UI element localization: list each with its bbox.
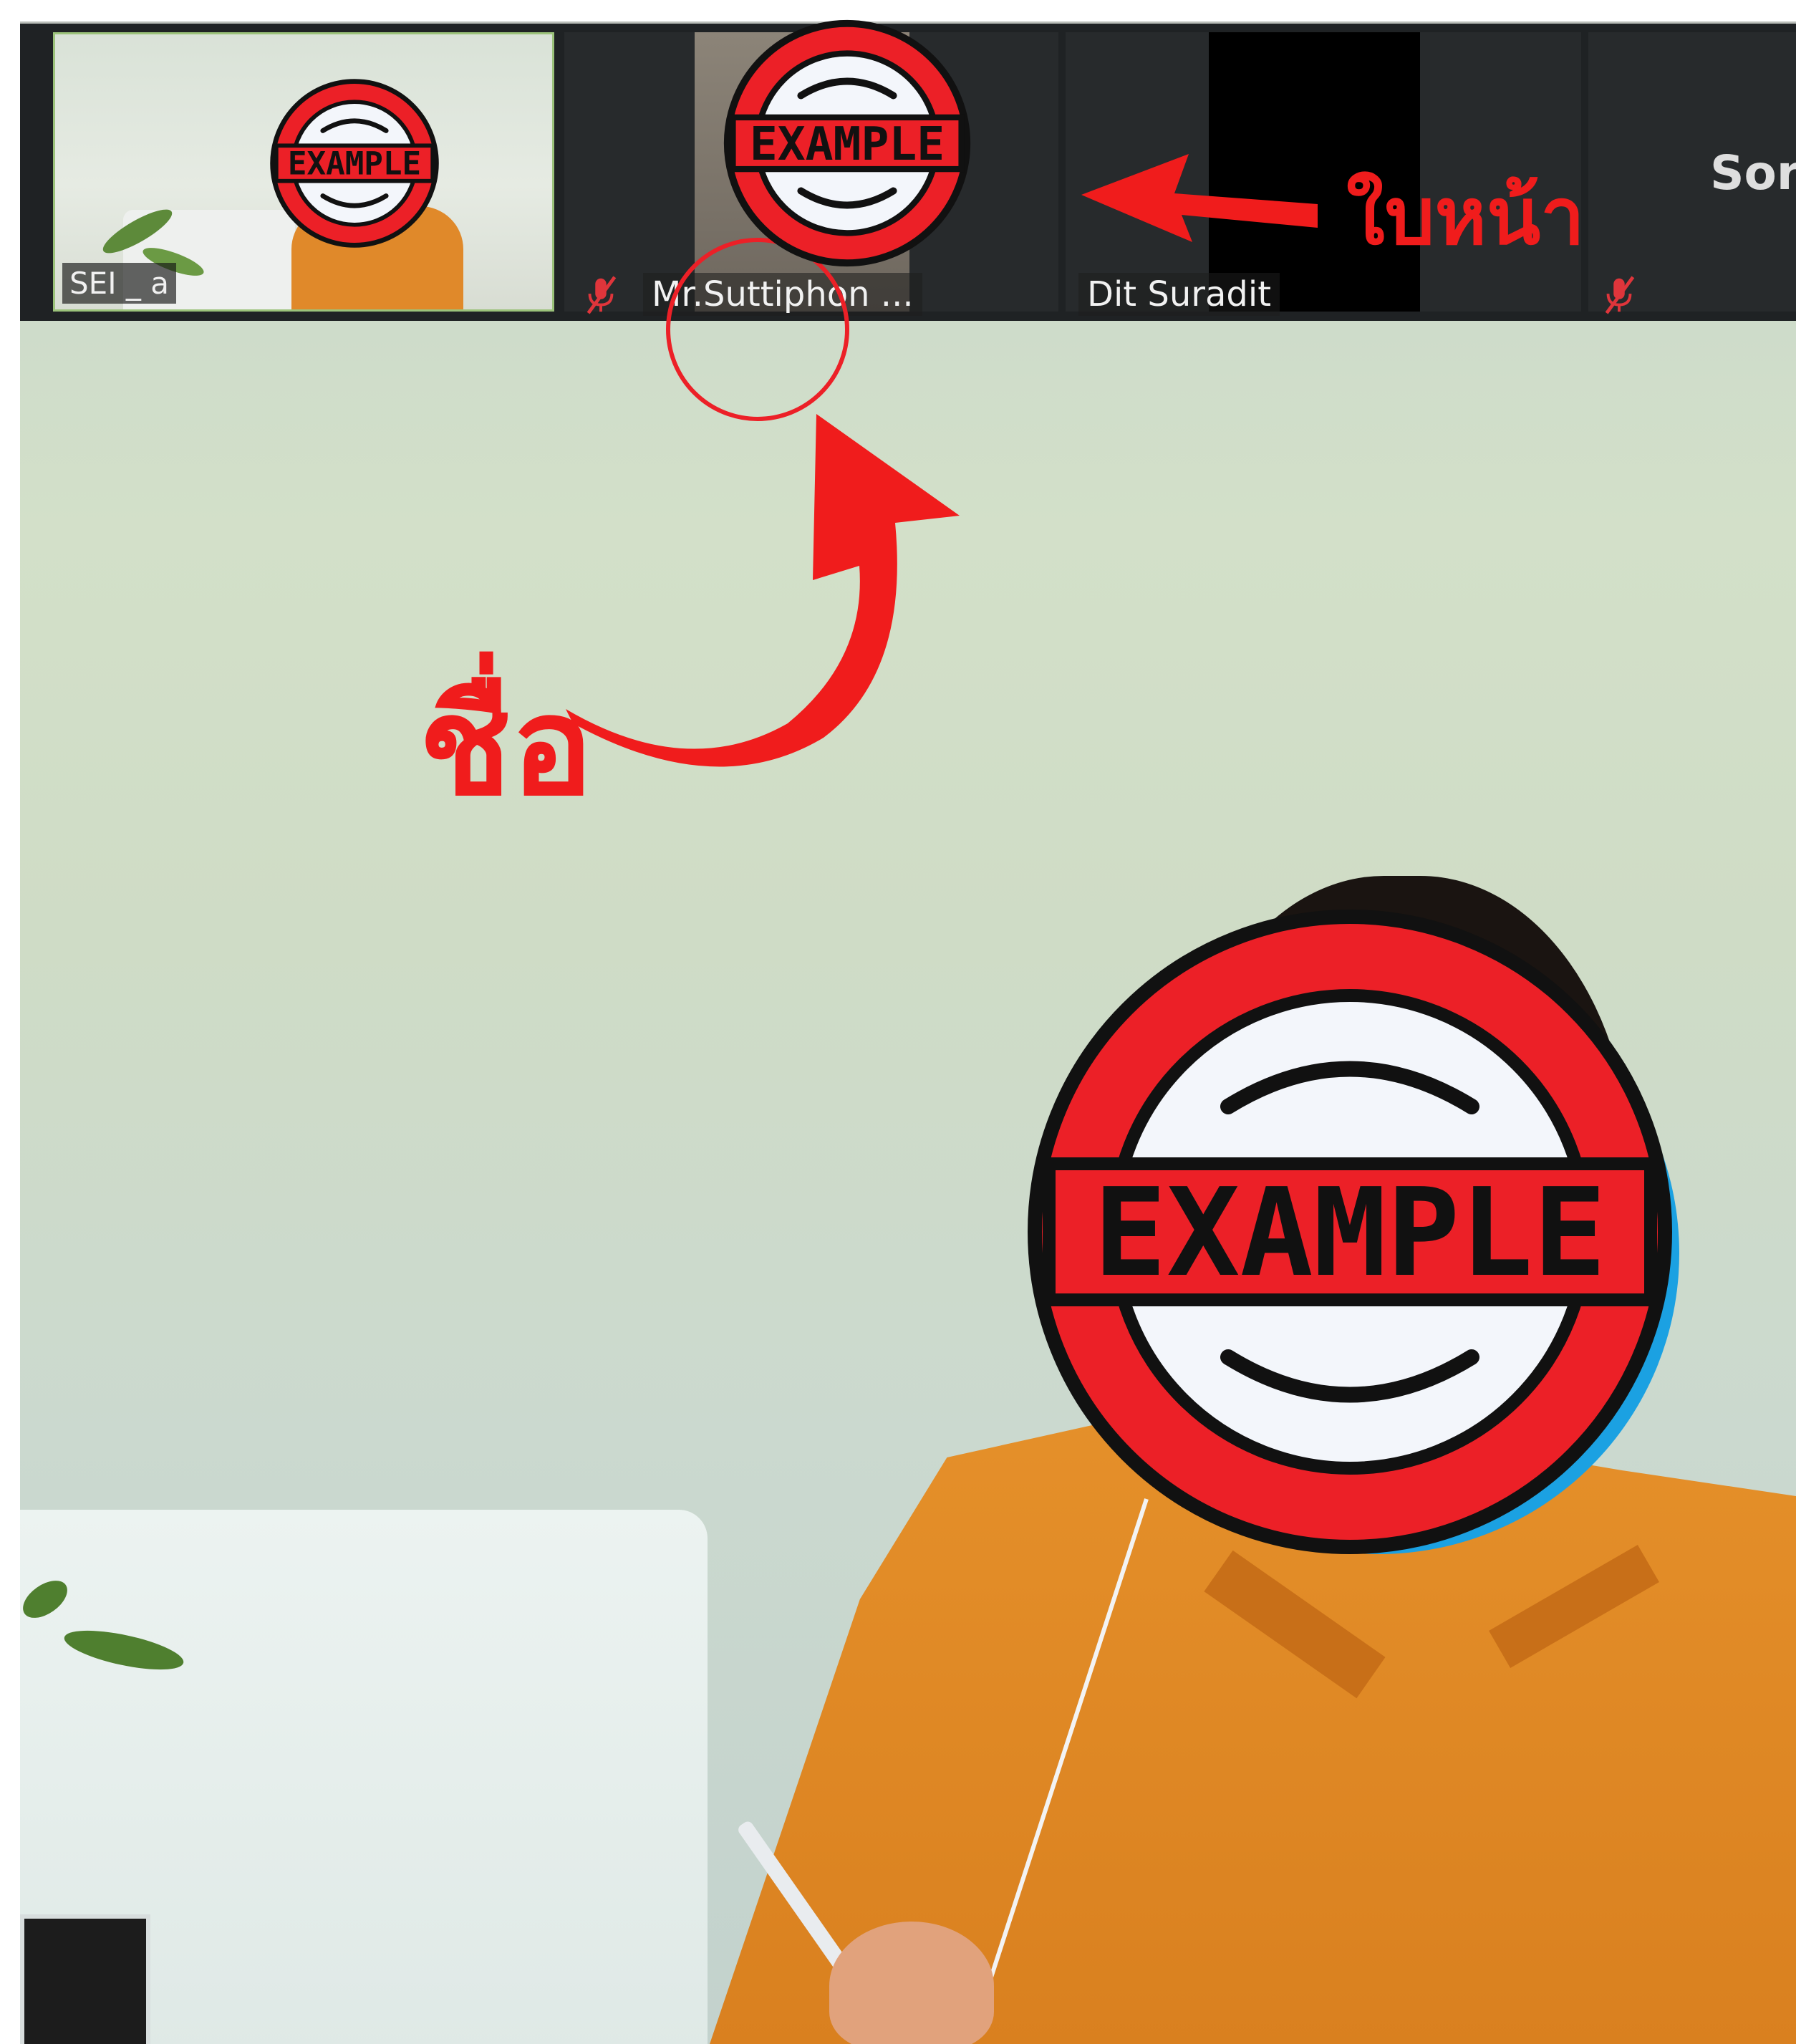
muted-mic-icon bbox=[1605, 276, 1635, 314]
muted-mic-icon bbox=[586, 276, 617, 314]
participant-video bbox=[695, 32, 909, 312]
participant-video bbox=[291, 206, 463, 309]
participant-name: Dit Suradit bbox=[1078, 273, 1280, 316]
annotation-name-label: ชื่อ bbox=[419, 667, 594, 826]
speaker-hand bbox=[829, 1922, 994, 2044]
participant-tile-2[interactable]: Mr.Suttiphon ... bbox=[564, 32, 1058, 316]
participant-name: Sor bbox=[1710, 145, 1796, 201]
participant-tile-1[interactable]: SEI _ a bbox=[53, 32, 554, 312]
background-monitor bbox=[20, 1914, 150, 2044]
meeting-window: SEI _ a Mr.Suttiphon ... Dit Suradit Sor bbox=[20, 21, 1796, 2044]
participant-name: SEI _ a bbox=[62, 263, 177, 304]
annotation-face-label: ใบหน้า bbox=[1346, 170, 1585, 262]
participant-name: Mr.Suttiphon ... bbox=[643, 273, 922, 316]
